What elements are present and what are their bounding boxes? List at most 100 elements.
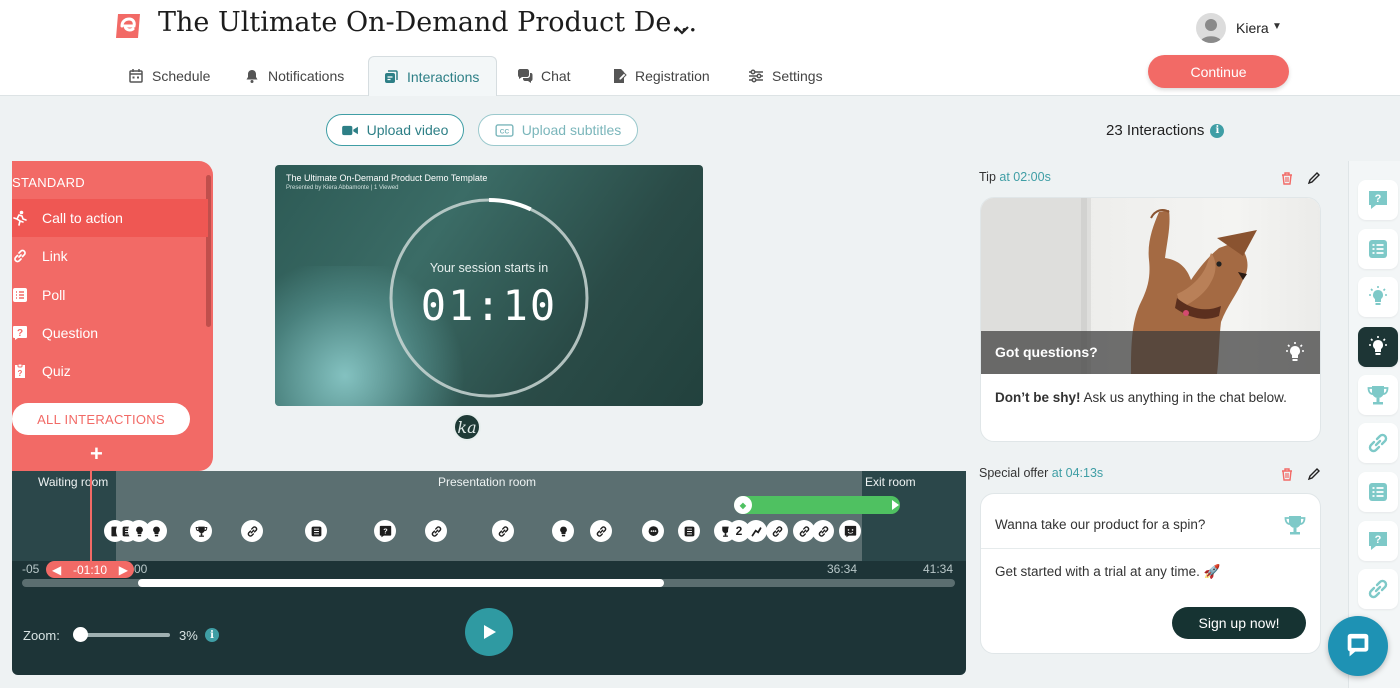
timeline-link-icon[interactable] [492,520,514,542]
caret-right-icon[interactable]: ▶ [119,563,128,577]
offer-card[interactable]: Wanna take our product for a spin? Get s… [980,493,1321,654]
svg-text:?: ? [1375,534,1382,546]
play-button[interactable] [465,608,513,656]
rail-trophy-icon[interactable] [1358,375,1398,415]
tab-interactions[interactable]: Interactions [368,56,497,96]
upload-subtitles-button[interactable]: CC Upload subtitles [478,114,638,146]
menu-item-question[interactable]: ? Question [12,314,208,352]
tab-label: Chat [541,68,571,84]
video-preview[interactable]: The Ultimate On-Demand Product Demo Temp… [275,165,703,406]
playhead-time-tag[interactable]: ◀ -01:10 ▶ [46,561,134,578]
timeline-question-icon[interactable]: ? [374,520,396,542]
offer-title: Wanna take our product for a spin? [995,517,1206,532]
tip-overlay-title: Got questions? [995,344,1098,360]
trash-icon[interactable] [1280,171,1294,185]
chat-launcher-button[interactable] [1328,616,1388,676]
brand-logo-icon[interactable] [112,10,144,42]
timeline-tip-icon[interactable] [145,520,167,542]
offer-duration-bar[interactable] [734,496,900,514]
quiz-icon: ? [12,363,28,379]
tip-time: at 02:00s [999,170,1051,184]
menu-item-call-to-action[interactable]: Call to action [12,199,208,237]
runner-icon [12,210,28,226]
tab-label: Registration [635,68,710,84]
caret-left-icon[interactable]: ◀ [52,563,61,577]
continue-button[interactable]: Continue [1148,55,1289,88]
tab-chat[interactable]: Chat [503,56,585,96]
add-interaction-button[interactable]: + [90,441,103,467]
menu-item-label: Quiz [42,363,71,379]
video-camera-icon [341,125,358,135]
zoom-slider-handle[interactable] [73,627,88,642]
sign-up-button[interactable]: Sign up now! [1172,607,1306,639]
menu-item-quiz[interactable]: ? Quiz [12,352,208,390]
timeline-runner-icon[interactable] [745,520,767,542]
tip-body: Don’t be shy! Ask us anything in the cha… [995,390,1315,405]
all-interactions-button[interactable]: ALL INTERACTIONS [12,403,190,435]
presentation-room-label: Presentation room [438,475,537,489]
timeline-poll-icon[interactable] [305,520,327,542]
tab-notifications[interactable]: Notifications [230,56,358,96]
timeline-link-icon[interactable] [241,520,263,542]
upload-video-button[interactable]: Upload video [326,114,464,146]
caret-down-icon[interactable]: ▼ [1272,21,1282,32]
trash-icon[interactable] [1280,467,1294,481]
rail-list-icon[interactable] [1358,472,1398,512]
zoom-info-icon[interactable]: i [205,628,219,642]
interactions-icon [385,69,398,83]
info-icon[interactable]: i [1210,123,1225,138]
exit-room-label: Exit room [865,475,916,489]
timeline-trophy-icon[interactable] [190,520,212,542]
rail-link-icon[interactable] [1358,423,1398,463]
zoom-label: Zoom: [23,628,60,643]
menu-item-poll[interactable]: Poll [12,276,208,314]
tab-registration[interactable]: Registration [597,56,724,96]
tab-settings[interactable]: Settings [734,56,837,96]
settings-icon [749,69,763,83]
tab-label: Settings [772,68,823,84]
playback-progress[interactable] [138,579,664,587]
edit-pencil-icon[interactable] [1307,171,1321,185]
timeline-tip-icon[interactable] [552,520,574,542]
tab-label: Schedule [152,68,211,84]
timeline-link-icon[interactable] [425,520,447,542]
rail-lightbulb-active-icon[interactable] [1358,327,1398,367]
timeline-link-icon[interactable] [590,520,612,542]
rail-question-icon[interactable]: ? [1358,521,1398,561]
host-avatar[interactable]: ka [453,413,481,441]
rail-lightbulb-icon[interactable] [1358,277,1398,317]
timeline-mark-time: 36:34 [827,562,858,576]
user-name[interactable]: Kiera [1236,20,1269,36]
zoom-slider-track[interactable] [80,633,170,637]
timeline-link-icon[interactable] [766,520,788,542]
menu-item-label: Link [42,248,68,264]
interactions-count-text: 23 Interactions [1106,122,1205,139]
offer-bar-end-arrow[interactable] [892,500,899,510]
link-icon [12,248,28,264]
offer-body: Get started with a trial at any time. 🚀 [995,564,1221,579]
timeline-end-time: 41:34 [923,562,954,576]
playhead-line[interactable] [90,471,92,567]
timeline-link-icon[interactable] [812,520,834,542]
tab-schedule[interactable]: Schedule [114,56,224,96]
user-avatar[interactable] [1196,13,1226,43]
tip-body-text: Ask us anything in the chat below. [1080,390,1287,405]
timeline-poll-icon[interactable] [678,520,700,542]
svg-text:?: ? [1375,193,1382,205]
rail-question-icon[interactable]: ? [1358,180,1398,220]
interactions-panel: STANDARD Call to action Link Poll ? Ques… [12,161,213,471]
countdown-timer: 01:10 [420,281,558,330]
timeline-feedback-icon[interactable] [839,520,861,542]
chevron-down-icon[interactable] [672,20,692,40]
menu-item-link[interactable]: Link [12,237,208,275]
tip-card[interactable]: Got questions? Don’t be shy! Ask us anyt… [980,197,1321,442]
edit-pencil-icon[interactable] [1307,467,1321,481]
question-icon: ? [12,325,28,341]
event-title[interactable]: The Ultimate On-Demand Product De... [158,7,697,38]
timeline-chat-icon[interactable] [642,520,664,542]
calendar-icon [129,69,143,83]
offer-time: at 04:13s [1051,466,1104,480]
rail-poll-icon[interactable] [1358,229,1398,269]
rail-link-icon[interactable] [1358,569,1398,609]
offer-bar-start-handle[interactable]: ◆ [734,496,752,514]
